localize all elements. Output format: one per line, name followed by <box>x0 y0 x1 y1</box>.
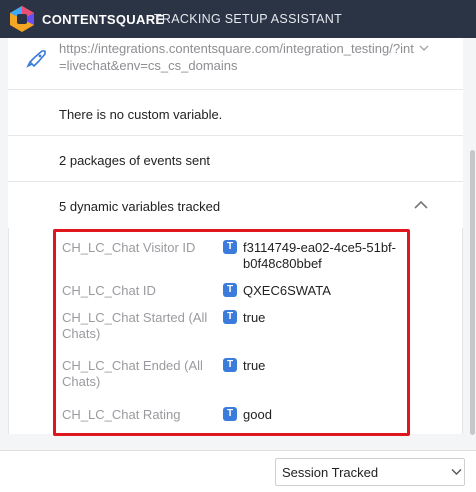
integration-url[interactable]: https://integrations.contentsquare.com/i… <box>59 40 419 74</box>
chevron-up-icon[interactable] <box>413 199 429 211</box>
packages-text: 2 packages of events sent <box>59 153 211 168</box>
select-value: Session Tracked <box>282 465 379 480</box>
app-title: TRACKING SETUP ASSISTANT <box>154 12 343 26</box>
variable-value: f3114749-ea02-4ce5-51bf-b0f48c80bbef <box>243 240 396 271</box>
text-type-badge: T <box>223 240 237 254</box>
text-type-badge: T <box>223 283 237 297</box>
variable-value: QXEC6SWATA <box>243 283 331 298</box>
contentsquare-logo-icon <box>10 6 34 32</box>
text-type-badge: T <box>223 358 237 372</box>
custom-variable-row: There is no custom variable. <box>8 90 463 136</box>
variable-name: CH_LC_Chat ID <box>62 283 156 298</box>
variable-value: good <box>243 407 272 422</box>
integration-url-row: https://integrations.contentsquare.com/i… <box>8 38 463 90</box>
packages-row: 2 packages of events sent <box>8 136 463 182</box>
variable-name: CH_LC_Chat Ended (All Chats) <box>62 358 203 389</box>
session-filter-select[interactable]: Session Tracked <box>275 458 465 486</box>
variable-name: CH_LC_Chat Started (All Chats) <box>62 310 208 341</box>
scrollbar[interactable] <box>470 150 475 435</box>
variable-value: true <box>243 310 266 325</box>
variable-name: CH_LC_Chat Visitor ID <box>62 240 196 255</box>
text-type-badge: T <box>223 310 237 324</box>
rocket-icon <box>26 50 46 68</box>
dynamic-variables-text: 5 dynamic variables tracked <box>59 199 221 214</box>
chevron-down-icon[interactable] <box>418 42 430 54</box>
custom-variable-text: There is no custom variable. <box>59 107 223 122</box>
text-type-badge: T <box>223 407 237 421</box>
app-header: CONTENTSQUARE TRACKING SETUP ASSISTANT <box>0 0 476 38</box>
brand-name: CONTENTSQUARE <box>42 12 165 27</box>
chevron-down-icon <box>451 469 462 475</box>
variable-name: CH_LC_Chat Rating <box>62 407 181 422</box>
dynamic-variables-row[interactable]: 5 dynamic variables tracked <box>8 182 463 228</box>
variable-value: true <box>243 358 266 373</box>
